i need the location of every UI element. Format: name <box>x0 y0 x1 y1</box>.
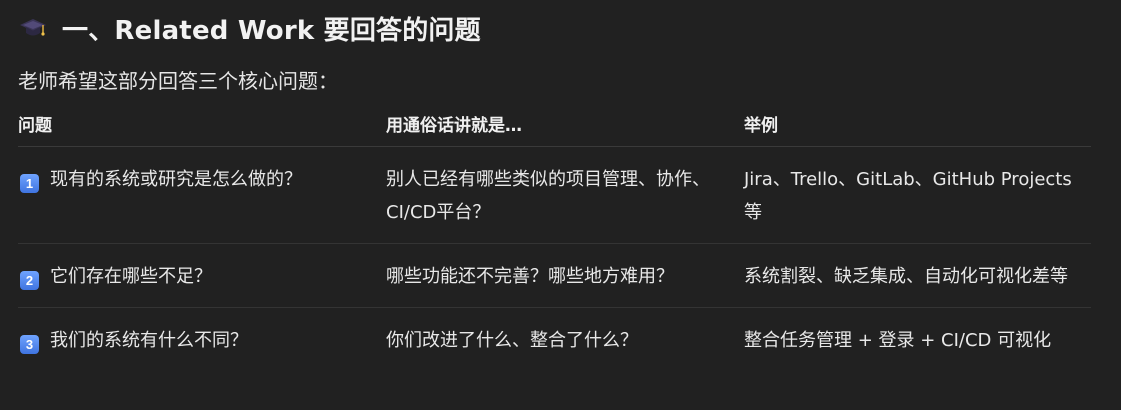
plain-cell: 你们改进了什么、整合了什么？ <box>386 330 638 351</box>
table-header-row: 问题 用通俗话讲就是… 举例 <box>18 100 1091 147</box>
related-work-table: 问题 用通俗话讲就是… 举例 1 现有的系统或研究是怎么做的？ 别人已经有哪些类似… <box>18 100 1091 371</box>
question-cell: 3 我们的系统有什么不同？ <box>18 308 386 372</box>
table-row: 2 它们存在哪些不足？ 哪些功能还不完善？哪些地方难用？ 系统割裂、缺乏集成、自动… <box>18 243 1091 308</box>
question-cell: 1 现有的系统或研究是怎么做的？ <box>18 146 386 244</box>
question-text: 它们存在哪些不足？ <box>50 266 212 287</box>
intro-text: 老师希望这部分回答三个核心问题： <box>18 69 338 93</box>
document-page: 一、Related Work 要回答的问题 老师希望这部分回答三个核心问题： 问… <box>0 0 1121 410</box>
keycap-number-2-icon: 2 <box>20 271 39 290</box>
table-row: 1 现有的系统或研究是怎么做的？ 别人已经有哪些类似的项目管理、协作、CI/CD平… <box>18 146 1091 244</box>
question-text: 我们的系统有什么不同？ <box>50 330 248 351</box>
column-header-plain: 用通俗话讲就是… <box>386 100 744 147</box>
table-row: 3 我们的系统有什么不同？ 你们改进了什么、整合了什么？ 整合任务管理 + 登录 … <box>18 308 1091 372</box>
plain-cell: 别人已经有哪些类似的项目管理、协作、CI/CD平台？ <box>386 146 744 244</box>
keycap-number-1-icon: 1 <box>20 174 39 193</box>
column-header-example: 举例 <box>744 100 1091 147</box>
example-cell: Jira、Trello、GitLab、GitHub Projects 等 <box>744 146 1091 244</box>
example-cell: 整合任务管理 + 登录 + CI/CD 可视化 <box>744 330 1052 351</box>
plain-cell: 哪些功能还不完善？哪些地方难用？ <box>386 243 744 308</box>
section-heading: 一、Related Work 要回答的问题 <box>18 0 1091 56</box>
section-title: 一、Related Work 要回答的问题 <box>62 15 481 46</box>
question-cell: 2 它们存在哪些不足？ <box>18 243 386 308</box>
example-cell: 系统割裂、缺乏集成、自动化可视化差等 <box>744 243 1091 308</box>
column-header-question: 问题 <box>18 100 386 147</box>
keycap-number-3-icon: 3 <box>20 335 39 354</box>
question-text: 现有的系统或研究是怎么做的？ <box>50 169 302 190</box>
graduation-cap-icon <box>18 13 48 43</box>
